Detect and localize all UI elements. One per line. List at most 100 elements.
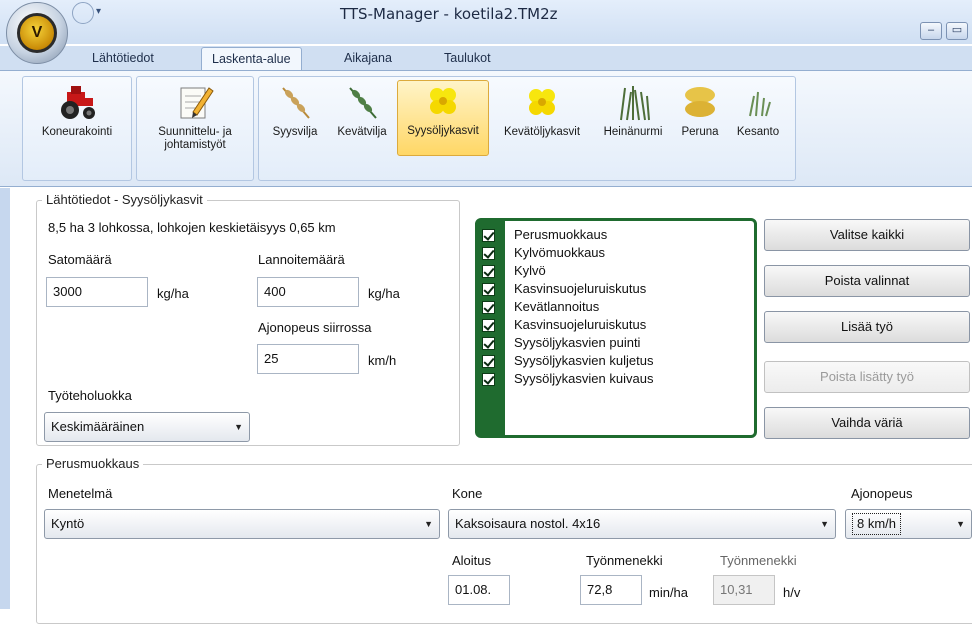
checklist-item[interactable]: Kasvinsuojeluruiskutus	[482, 317, 646, 335]
select-all-button[interactable]: Valitse kaikki	[764, 219, 970, 251]
fertilizer-input[interactable]: 400	[257, 277, 359, 307]
chevron-down-icon: ▼	[234, 422, 243, 432]
machine-value: Kaksoisaura nostol. 4x16	[455, 516, 601, 531]
machinery-contracting-button[interactable]: Koneurakointi	[26, 82, 128, 152]
work-requirement-total-unit: h/v	[783, 585, 801, 600]
method-value: Kyntö	[51, 516, 85, 531]
crop-button-kesanto[interactable]: Kesanto	[728, 82, 788, 158]
tractor-wheel-logo-icon: V	[17, 13, 57, 53]
checkbox-checked-icon[interactable]	[482, 319, 495, 333]
crop-label: Syysvilja	[272, 126, 318, 138]
efficiency-class-label: Työteholuokka	[48, 388, 132, 403]
clear-selections-button[interactable]: Poista valinnat	[764, 265, 970, 297]
rapeseed-flower-icon	[529, 89, 555, 115]
wheat-icon	[282, 87, 310, 119]
checklist-item[interactable]: Kylvö	[482, 263, 546, 281]
rapeseed-flower-icon	[430, 88, 456, 114]
efficiency-class-select[interactable]: Keskimääräinen ▼	[44, 412, 250, 442]
machinery-contracting-label: Koneurakointi	[41, 126, 113, 138]
tab-aikajana[interactable]: Aikajana	[334, 47, 402, 71]
work-requirement-total-field: 10,31	[713, 575, 775, 605]
fertilizer-label: Lannoitemäärä	[258, 252, 345, 267]
speed-select[interactable]: 8 km/h ▼	[845, 509, 972, 539]
checklist-item[interactable]: Syysöljykasvien kuljetus	[482, 353, 653, 371]
change-color-button[interactable]: Vaihda väriä	[764, 407, 970, 439]
basics-group	[36, 200, 460, 446]
application-menu-button[interactable]: V	[6, 2, 68, 64]
chevron-down-icon: ▼	[956, 519, 965, 529]
transfer-speed-input[interactable]: 25	[257, 344, 359, 374]
crop-label: Kevätvilja	[337, 126, 387, 138]
work-requirement-input[interactable]: 72,8	[580, 575, 642, 605]
crop-label: Syysöljykasvit	[407, 125, 479, 137]
checkbox-checked-icon[interactable]	[482, 283, 495, 297]
checklist-item[interactable]: Kevätlannoitus	[482, 299, 599, 317]
checklist-item[interactable]: Syysöljykasvien kuivaus	[482, 371, 653, 389]
crop-button-kevatvilja[interactable]: Kevätvilja	[328, 82, 396, 158]
tillage-group-legend: Perusmuokkaus	[42, 456, 144, 471]
checkbox-checked-icon[interactable]	[482, 337, 495, 351]
planning-management-button[interactable]: Suunnittelu- ja johtamistyöt	[140, 82, 250, 168]
quick-access-dropdown-icon[interactable]: ▾	[96, 6, 101, 17]
maximize-button[interactable]: ▭	[946, 22, 968, 40]
checklist-item[interactable]: Kylvömuokkaus	[482, 245, 605, 263]
checkbox-checked-icon[interactable]	[482, 247, 495, 261]
transfer-speed-unit: km/h	[368, 353, 397, 368]
crop-button-peruna[interactable]: Peruna	[674, 82, 726, 158]
fallow-sprout-icon	[749, 91, 771, 117]
basics-group-legend: Lähtötiedot - Syysöljykasvit	[42, 192, 207, 207]
checkbox-checked-icon[interactable]	[482, 229, 495, 243]
fertilizer-unit: kg/ha	[368, 286, 400, 301]
transfer-speed-label: Ajonopeus siirrossa	[258, 320, 372, 335]
left-edge-strip	[0, 188, 10, 609]
checklist-item[interactable]: Perusmuokkaus	[482, 227, 607, 245]
add-work-button[interactable]: Lisää työ	[764, 311, 970, 343]
grass-icon	[620, 86, 650, 121]
tab-laskenta-alue[interactable]: Laskenta-alue	[201, 47, 302, 71]
chevron-down-icon: ▼	[820, 519, 829, 529]
quick-access-ring[interactable]	[72, 2, 94, 24]
efficiency-class-value: Keskimääräinen	[51, 419, 145, 434]
machine-select[interactable]: Kaksoisaura nostol. 4x16 ▼	[448, 509, 836, 539]
yield-input[interactable]: 3000	[46, 277, 148, 307]
machine-label: Kone	[452, 486, 483, 501]
crop-button-heinanurmi[interactable]: Heinänurmi	[594, 82, 672, 158]
tractor-icon	[61, 86, 95, 119]
crop-label: Kevätöljykasvit	[503, 126, 581, 138]
yield-label: Satomäärä	[48, 252, 112, 267]
speed-label: Ajonopeus	[851, 486, 913, 501]
yield-unit: kg/ha	[157, 286, 189, 301]
work-requirement-total-label: Työnmenekki	[720, 553, 797, 568]
crop-label: Kesanto	[736, 126, 780, 138]
crop-label: Heinänurmi	[603, 126, 663, 138]
method-label: Menetelmä	[48, 486, 113, 501]
barley-icon	[349, 87, 377, 119]
work-checklist: Perusmuokkaus Kylvömuokkaus Kylvö Kasvin…	[475, 218, 757, 438]
area-summary-text: 8,5 ha 3 lohkossa, lohkojen keskietäisyy…	[48, 220, 336, 235]
remove-added-work-button[interactable]: Poista lisätty työ	[764, 361, 970, 393]
crop-button-syysoljykasvit[interactable]: Syysöljykasvit	[397, 80, 489, 156]
tab-taulukot[interactable]: Taulukot	[434, 47, 501, 71]
window-title: TTS-Manager - koetila2.TM2z	[340, 5, 558, 23]
checklist-item[interactable]: Kasvinsuojeluruiskutus	[482, 281, 646, 299]
planning-management-label: Suunnittelu- ja johtamistyöt	[158, 126, 232, 151]
checkbox-checked-icon[interactable]	[482, 301, 495, 315]
work-requirement-unit: min/ha	[649, 585, 689, 600]
start-label: Aloitus	[452, 553, 492, 568]
minimize-button[interactable]: –	[920, 22, 942, 40]
crop-button-syysvilja[interactable]: Syysvilja	[262, 82, 328, 158]
notepad-pencil-icon	[180, 87, 214, 119]
checkbox-checked-icon[interactable]	[482, 355, 495, 369]
potato-icon	[685, 87, 715, 117]
work-requirement-label: Työnmenekki	[586, 553, 663, 568]
tab-lahtotiedot[interactable]: Lähtötiedot	[82, 47, 164, 71]
start-input[interactable]: 01.08.	[448, 575, 510, 605]
crop-button-kevatoljykasvit[interactable]: Kevätöljykasvit	[492, 82, 592, 158]
checkbox-checked-icon[interactable]	[482, 265, 495, 279]
method-select[interactable]: Kyntö ▼	[44, 509, 440, 539]
checklist-item[interactable]: Syysöljykasvien puinti	[482, 335, 640, 353]
crop-label: Peruna	[681, 126, 719, 138]
chevron-down-icon: ▼	[424, 519, 433, 529]
checkbox-checked-icon[interactable]	[482, 373, 495, 387]
speed-value: 8 km/h	[852, 513, 902, 535]
